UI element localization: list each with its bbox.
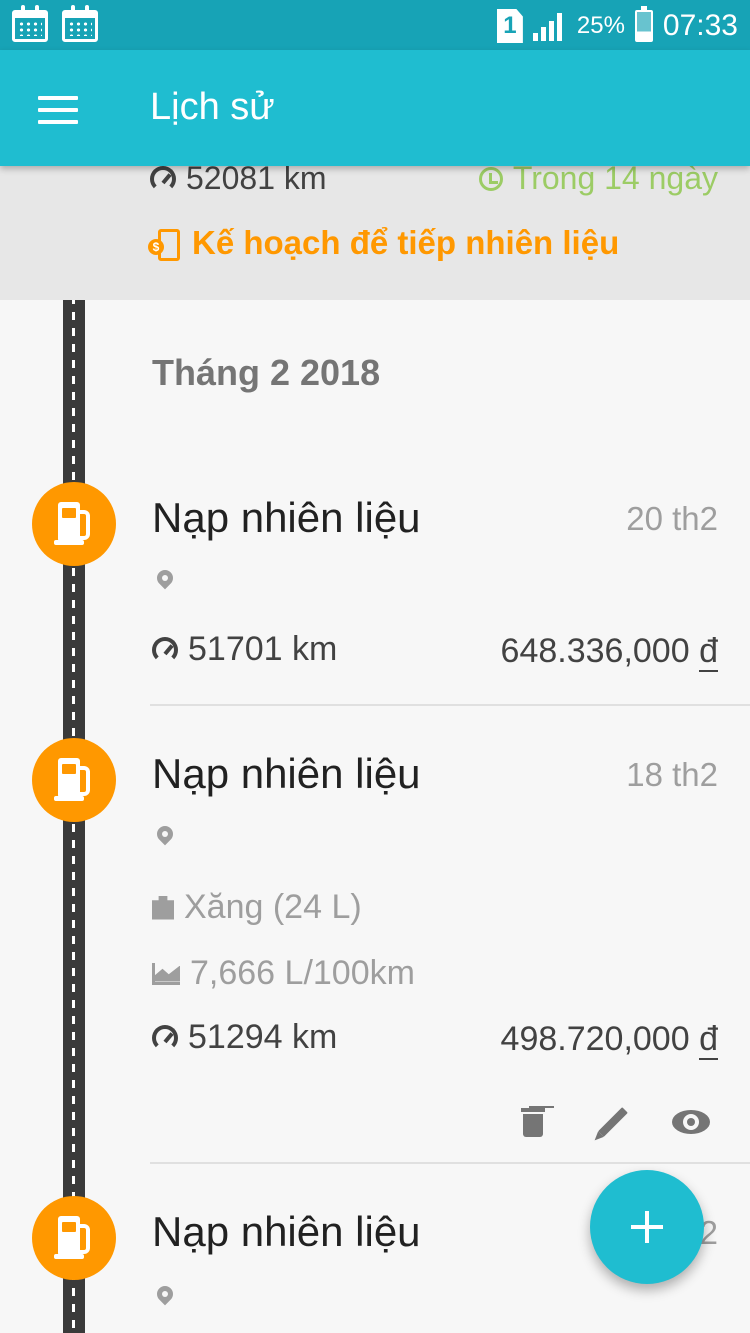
sim-icon: 1 xyxy=(496,9,523,43)
entry-consumption: 7,666 L/100km xyxy=(152,954,415,993)
entry-divider xyxy=(150,704,750,706)
entry-odometer: 51294 km xyxy=(152,1018,337,1057)
entry-title[interactable]: Nạp nhiên liệu xyxy=(152,750,421,798)
refuel-plan-link[interactable]: Kế hoạch để tiếp nhiên liệu xyxy=(148,224,620,262)
entry-amount: 498.720,000 đ xyxy=(500,1020,718,1060)
pencil-icon xyxy=(598,1107,628,1137)
entry-amount: 648.336,000 đ xyxy=(500,632,718,672)
plus-icon xyxy=(631,1211,663,1243)
entry-consumption-value: 7,666 L/100km xyxy=(190,954,415,992)
eye-icon xyxy=(672,1110,710,1134)
entry-fuel-value: Xăng (24 L) xyxy=(184,888,362,926)
fuel-pump-icon xyxy=(32,482,116,566)
battery-icon xyxy=(634,6,653,42)
location-pin-icon xyxy=(156,826,174,850)
entry-location xyxy=(152,1286,174,1310)
entry-odometer: 51701 km xyxy=(152,630,337,669)
entry-title[interactable]: Nạp nhiên liệu xyxy=(152,1208,421,1256)
month-header: Tháng 2 2018 xyxy=(152,352,381,393)
clock-icon xyxy=(478,166,503,191)
calendar-icon xyxy=(62,5,98,42)
entry-currency: đ xyxy=(699,1020,718,1060)
odometer-icon xyxy=(152,636,178,663)
status-bar: 1 25% 07:33 xyxy=(0,0,750,50)
upcoming-reminder-card[interactable]: 52081 km Trong 14 ngày Kế hoạch để tiếp … xyxy=(0,160,750,300)
fuel-plan-icon xyxy=(148,227,182,261)
trash-icon xyxy=(521,1107,545,1137)
page-title: Lịch sử xyxy=(150,86,275,128)
entry-odometer-value: 51294 km xyxy=(188,1018,338,1056)
edit-button[interactable] xyxy=(588,1097,638,1147)
menu-icon[interactable] xyxy=(38,96,78,124)
entry-date: 20 th2 xyxy=(626,500,718,537)
delete-button[interactable] xyxy=(508,1097,558,1147)
status-time: 07:33 xyxy=(662,9,738,42)
entry-odometer-value: 51701 km xyxy=(188,630,338,668)
odometer-icon xyxy=(150,165,176,192)
view-button[interactable] xyxy=(666,1097,716,1147)
entry-currency: đ xyxy=(699,632,718,672)
entry-amount-value: 498.720,000 xyxy=(500,1020,690,1058)
app-bar: Lịch sử xyxy=(0,50,750,166)
system-icons: 1 25% 07:33 xyxy=(496,6,738,46)
calendar-icon xyxy=(12,5,48,42)
signal-icon xyxy=(532,11,567,41)
battery-percent: 25% xyxy=(576,12,625,39)
entry-title[interactable]: Nạp nhiên liệu xyxy=(152,494,421,542)
location-pin-icon xyxy=(156,1286,174,1310)
entry-fuel-type: Xăng (24 L) xyxy=(152,888,362,927)
entry-location xyxy=(152,570,174,594)
entry-date: 18 th2 xyxy=(626,756,718,793)
consumption-chart-icon xyxy=(152,962,180,985)
entry-divider xyxy=(150,1162,750,1164)
fuel-pump-icon xyxy=(32,1196,116,1280)
notification-icons xyxy=(12,5,98,42)
fuel-can-icon xyxy=(152,895,174,920)
add-entry-button[interactable] xyxy=(590,1170,704,1284)
entry-amount-value: 648.336,000 xyxy=(500,632,690,670)
fuel-pump-icon xyxy=(32,738,116,822)
entry-location xyxy=(152,826,174,850)
refuel-plan-label: Kế hoạch để tiếp nhiên liệu xyxy=(192,224,620,261)
odometer-icon xyxy=(152,1024,178,1051)
location-pin-icon xyxy=(156,570,174,594)
